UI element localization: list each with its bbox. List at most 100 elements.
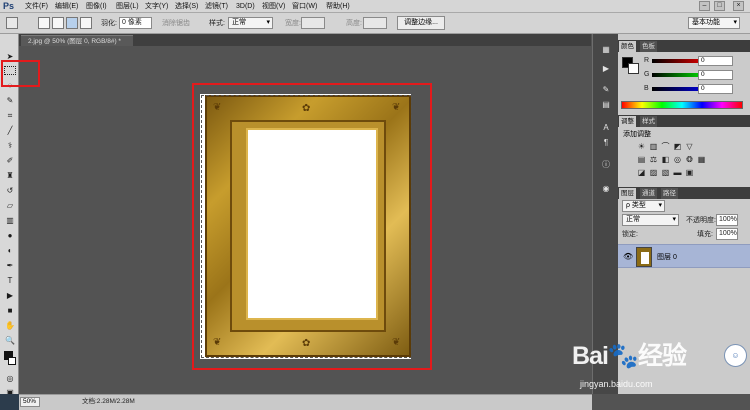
gradient-tool-icon[interactable]: ▥ [4,216,16,226]
new-selection-icon[interactable] [38,17,50,29]
color-panel-tabs: 颜色 色板 [618,40,750,52]
menu-select[interactable]: 选择(S) [175,1,198,12]
menu-image[interactable]: 图像(I) [86,1,107,12]
workspace-select[interactable]: 基本功能 [688,17,740,29]
antialias-checkbox-label[interactable]: 消除锯齿 [162,18,190,29]
fill-input[interactable]: 100% [716,228,738,240]
document-tab[interactable]: 2.jpg @ 50% (图层 0, RGB/8#) * [21,35,133,46]
vibrance-icon[interactable]: ▽ [684,142,695,152]
menu-3d[interactable]: 3D(D) [236,1,255,12]
tab-layers[interactable]: 图层 [619,188,636,199]
side-avatar-icon[interactable]: ☺ [724,344,747,367]
selective-color-icon[interactable]: ▣ [684,168,695,178]
rectangle-marquee-icon[interactable] [6,17,18,29]
minimize-button[interactable]: – [699,1,710,11]
crop-tool-icon[interactable]: ⌗ [4,111,16,121]
menu-help[interactable]: 帮助(H) [326,1,350,12]
options-bar: 羽化: 0 像素 消除锯齿 样式: 正常 宽度: 高度: 调整边缘... 基本功… [0,13,750,34]
intersect-selection-icon[interactable] [80,17,92,29]
layer-name[interactable]: 图层 0 [657,252,677,262]
red-value[interactable]: 0 [698,56,733,66]
menu-window[interactable]: 窗口(W) [292,1,317,12]
tab-paths[interactable]: 路径 [661,188,678,199]
feather-input[interactable]: 0 像素 [119,17,152,29]
tab-channels[interactable]: 通道 [640,188,657,199]
shape-tool-icon[interactable]: ■ [4,306,16,316]
type-tool-icon[interactable]: T [4,276,16,286]
brush-panel-icon[interactable]: ✎ [600,84,612,95]
subtract-selection-icon[interactable] [66,17,78,29]
blur-tool-icon[interactable]: ● [4,231,16,241]
levels-icon[interactable]: ▥ [648,142,659,152]
dodge-tool-icon[interactable]: ◐ [4,246,16,256]
menu-edit[interactable]: 编辑(E) [55,1,78,12]
properties-panel-icon[interactable]: ◉ [600,183,612,194]
zoom-tool-icon[interactable]: 🔍 [4,336,16,346]
menu-layer[interactable]: 图层(L) [116,1,139,12]
quick-selection-tool-icon[interactable]: ✎ [4,96,16,106]
blue-slider-row[interactable]: B 0 [618,84,750,95]
invert-icon[interactable]: ◪ [636,168,647,178]
color-lookup-icon[interactable]: ▦ [696,155,707,165]
photo-filter-icon[interactable]: ◎ [672,155,683,165]
spot-healing-tool-icon[interactable]: ⚕ [4,141,16,151]
path-selection-tool-icon[interactable]: ▶ [4,291,16,301]
tab-styles[interactable]: 样式 [640,116,657,127]
background-color-swatch[interactable] [8,357,16,365]
toolbox: ➤ ◌ ✎ ⌗ ╱ ⚕ ✐ ♜ ↺ ▱ ▥ ● ◐ ✒ T ▶ ■ ✋ 🔍 ◎ … [0,34,19,397]
red-highlight-document [192,83,432,370]
zoom-level-field[interactable]: 50% [20,397,40,407]
close-button[interactable]: × [733,1,744,11]
threshold-icon[interactable]: ▧ [660,168,671,178]
paragraph-panel-icon[interactable]: ¶ [600,137,612,148]
refine-edge-button[interactable]: 调整边缘... [397,16,445,30]
green-value[interactable]: 0 [698,70,733,80]
gradient-map-icon[interactable]: ▬ [672,168,683,178]
info-panel-icon[interactable]: ⓘ [600,159,612,170]
history-brush-tool-icon[interactable]: ↺ [4,186,16,196]
menu-view[interactable]: 视图(V) [262,1,285,12]
color-balance-icon[interactable]: ⚖ [648,155,659,165]
clone-stamp-tool-icon[interactable]: ♜ [4,171,16,181]
menu-filter[interactable]: 滤镜(T) [205,1,228,12]
layer-kind-filter[interactable]: ρ 类型 [622,200,665,212]
history-panel-icon[interactable]: ▦ [600,44,612,55]
eyedropper-tool-icon[interactable]: ╱ [4,126,16,136]
blue-value[interactable]: 0 [698,84,733,94]
brightness-icon[interactable]: ☀ [636,142,647,152]
curves-icon[interactable]: ⌒ [660,142,671,152]
tab-color[interactable]: 颜色 [619,41,636,52]
blend-mode-select[interactable]: 正常 [622,214,679,226]
brush-presets-icon[interactable]: ▤ [600,99,612,110]
style-select[interactable]: 正常 [228,17,273,29]
blue-label: B [644,85,649,92]
green-slider-row[interactable]: G 0 [618,70,750,81]
menu-file[interactable]: 文件(F) [25,1,48,12]
width-input[interactable] [301,17,325,29]
pen-tool-icon[interactable]: ✒ [4,261,16,271]
add-selection-icon[interactable] [52,17,64,29]
quick-mask-icon[interactable]: ◎ [4,374,16,384]
hue-saturation-icon[interactable]: ▤ [636,155,647,165]
layer-row-selected[interactable]: 👁 图层 0 [618,244,750,268]
tab-adjustments[interactable]: 调整 [619,116,636,127]
maximize-button[interactable]: □ [714,1,725,11]
exposure-icon[interactable]: ◩ [672,142,683,152]
channel-mixer-icon[interactable]: ❂ [684,155,695,165]
height-input[interactable] [363,17,387,29]
red-slider-row[interactable]: R 0 [618,56,750,67]
lock-label: 锁定: [622,231,638,238]
opacity-input[interactable]: 100% [716,214,738,226]
black-white-icon[interactable]: ◧ [660,155,671,165]
tab-swatches[interactable]: 色板 [640,41,657,52]
posterize-icon[interactable]: ▨ [648,168,659,178]
color-spectrum[interactable] [621,101,743,109]
watermark-url: jingyan.baidu.com [580,379,653,389]
actions-panel-icon[interactable]: ▶ [600,63,612,74]
eraser-tool-icon[interactable]: ▱ [4,201,16,211]
menu-type[interactable]: 文字(Y) [145,1,168,12]
brush-tool-icon[interactable]: ✐ [4,156,16,166]
layer-visibility-eye-icon[interactable]: 👁 [623,252,633,261]
hand-tool-icon[interactable]: ✋ [4,321,16,331]
character-panel-icon[interactable]: A [600,122,612,133]
